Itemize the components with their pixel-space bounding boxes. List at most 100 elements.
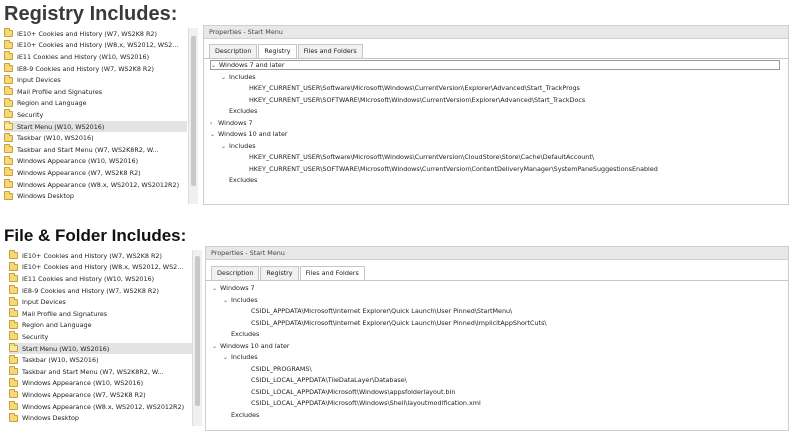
folder-icon xyxy=(4,28,13,38)
chevron-down-icon[interactable]: ⌄ xyxy=(221,73,229,83)
list-item-label: Windows Desktop xyxy=(17,192,74,201)
tree-row-label: Excludes xyxy=(229,107,258,115)
tree-path[interactable]: HKEY_CURRENT_USER\SOFTWARE\Microsoft\Win… xyxy=(249,164,658,174)
list-item-label: Region and Language xyxy=(22,321,92,330)
list-item[interactable]: Windows Desktop xyxy=(4,190,187,202)
tree-row-label: CSIDL_APPDATA\Microsoft\Internet Explore… xyxy=(251,307,513,315)
folder-icon xyxy=(4,144,13,154)
list-item[interactable]: Taskbar and Start Menu (W7, WS2K8R2, W..… xyxy=(9,366,192,378)
folder-icon xyxy=(9,354,18,364)
chevron-right-icon[interactable]: › xyxy=(210,119,218,129)
list-item-label: IE8-9 Cookies and History (W7, WS2K8 R2) xyxy=(22,286,159,295)
tree-section[interactable]: Excludes xyxy=(223,329,259,339)
list-item[interactable]: Input Devices xyxy=(4,74,187,86)
tab-description[interactable]: Description xyxy=(209,44,258,58)
chevron-down-icon[interactable]: ⌄ xyxy=(223,296,231,306)
tree-path[interactable]: CSIDL_LOCAL_APPDATA\TileDataLayer\Databa… xyxy=(251,375,407,385)
list-item[interactable]: Windows Appearance (W7, WS2K8 R2) xyxy=(4,167,187,179)
scrollbar-thumb[interactable] xyxy=(191,36,196,186)
tree-row-label: CSIDL_LOCAL_APPDATA\Microsoft\Windows\Sh… xyxy=(251,399,481,407)
tree-path[interactable]: HKEY_CURRENT_USER\SOFTWARE\Microsoft\Win… xyxy=(249,95,585,105)
tree-path[interactable]: CSIDL_APPDATA\Microsoft\Internet Explore… xyxy=(251,306,512,316)
panel-tabs: Description Registry Files and Folders xyxy=(209,44,364,59)
section-heading-files: File & Folder Includes: xyxy=(4,226,187,245)
list-item[interactable]: IE10+ Cookies and History (W7, WS2K8 R2) xyxy=(9,250,192,262)
tree-path[interactable]: CSIDL_PROGRAMS\ xyxy=(251,364,312,374)
chevron-down-icon[interactable]: ⌄ xyxy=(211,62,219,70)
list-item[interactable]: Security xyxy=(9,331,192,343)
list-item[interactable]: Start Menu (W10, WS2016) xyxy=(9,342,192,355)
tree-path[interactable]: HKEY_CURRENT_USER\Software\Microsoft\Win… xyxy=(249,83,580,93)
list-item[interactable]: Windows Appearance (W10, WS2016) xyxy=(4,155,187,168)
tree-section[interactable]: ⌄ Includes xyxy=(223,352,258,362)
tree-path[interactable]: CSIDL_APPDATA\Microsoft\Internet Explore… xyxy=(251,318,547,328)
list-item[interactable]: IE8-9 Cookies and History (W7, WS2K8 R2) xyxy=(4,63,187,75)
list-item[interactable]: IE11 Cookies and History (W10, WS2016) xyxy=(9,273,192,285)
list-item[interactable]: Security xyxy=(4,109,187,121)
list-item[interactable]: Start Menu (W10, WS2016) xyxy=(4,120,187,133)
tree-section[interactable]: ⌄ Includes xyxy=(221,72,256,82)
folder-icon xyxy=(4,132,13,142)
folder-icon xyxy=(4,63,13,73)
list-item[interactable]: Windows Appearance (W10, WS2016) xyxy=(9,377,192,390)
list-item[interactable]: Mail Profile and Signatures xyxy=(4,86,187,98)
profile-list-scrollbar[interactable] xyxy=(192,250,202,426)
tree-group[interactable]: ⌄ Windows 7 xyxy=(212,283,255,293)
list-item-label: IE10+ Cookies and History (W7, WS2K8 R2) xyxy=(17,29,157,38)
list-item[interactable]: Region and Language xyxy=(9,319,192,332)
chevron-down-icon[interactable]: ⌄ xyxy=(221,142,229,152)
tree-section[interactable]: Excludes xyxy=(221,106,257,116)
list-item[interactable]: Windows Appearance (W7, WS2K8 R2) xyxy=(9,389,192,401)
tab-registry[interactable]: Registry xyxy=(258,44,297,59)
tab-files-and-folders[interactable]: Files and Folders xyxy=(297,44,363,58)
chevron-down-icon[interactable]: ⌄ xyxy=(212,284,220,294)
tree-path[interactable]: CSIDL_LOCAL_APPDATA\Microsoft\Windows\Sh… xyxy=(251,398,481,408)
list-item[interactable]: IE11 Cookies and History (W10, WS2016) xyxy=(4,51,187,63)
tab-files-and-folders[interactable]: Files and Folders xyxy=(299,266,365,281)
tree-path[interactable]: CSIDL_LOCAL_APPDATA\Microsoft\Windows\ap… xyxy=(251,387,455,397)
folder-icon xyxy=(9,389,18,399)
list-item[interactable]: Taskbar (W10, WS2016) xyxy=(4,132,187,144)
tree-row-label: HKEY_CURRENT_USER\SOFTWARE\Microsoft\Win… xyxy=(249,95,586,104)
list-item[interactable]: Taskbar (W10, WS2016) xyxy=(9,354,192,366)
list-item[interactable]: Windows Appearance (W8.x, WS2012, WS2012… xyxy=(9,401,192,413)
list-item-label: Security xyxy=(22,332,49,341)
list-item[interactable]: Mail Profile and Signatures xyxy=(9,308,192,320)
tree-row-label: CSIDL_PROGRAMS\ xyxy=(251,364,312,373)
profile-list-scrollbar[interactable] xyxy=(188,28,198,204)
list-item[interactable]: IE10+ Cookies and History (W8.x, WS2012,… xyxy=(4,39,187,52)
list-item[interactable]: Taskbar and Start Menu (W7, WS2K8R2, W..… xyxy=(4,144,187,156)
tree-group[interactable]: › Windows 7 xyxy=(210,118,253,128)
list-item[interactable]: IE10+ Cookies and History (W8.x, WS2012,… xyxy=(9,261,192,274)
list-item-label: Windows Appearance (W8.x, WS2012, WS2012… xyxy=(17,180,180,189)
tab-registry[interactable]: Registry xyxy=(260,266,299,280)
tree-row-label: Windows 10 and later xyxy=(218,130,288,138)
properties-tree: ⌄ Windows 7 ⌄ Includes CSIDL_APPDATA\Microso… xyxy=(206,280,788,431)
scrollbar-thumb[interactable] xyxy=(195,256,200,406)
properties-panel: Properties - Start Menu Description Regis… xyxy=(203,25,789,205)
list-item[interactable]: IE8-9 Cookies and History (W7, WS2K8 R2) xyxy=(9,285,192,297)
list-item[interactable]: IE10+ Cookies and History (W7, WS2K8 R2) xyxy=(4,28,187,40)
tree-section[interactable]: Excludes xyxy=(223,410,259,420)
tree-row-label: HKEY_CURRENT_USER\Software\Microsoft\Win… xyxy=(249,153,595,161)
tree-section[interactable]: ⌄ Includes xyxy=(221,141,256,151)
profile-list[interactable]: IE10+ Cookies and History (W7, WS2K8 R2)… xyxy=(9,250,192,426)
list-item[interactable]: Region and Language xyxy=(4,97,187,110)
chevron-down-icon[interactable]: ⌄ xyxy=(223,353,231,363)
tree-path[interactable]: HKEY_CURRENT_USER\Software\Microsoft\Win… xyxy=(249,152,594,162)
tree-section[interactable]: Excludes xyxy=(221,175,257,185)
chevron-down-icon[interactable]: ⌄ xyxy=(212,342,220,352)
list-item[interactable]: Input Devices xyxy=(9,296,192,308)
tab-description[interactable]: Description xyxy=(211,266,260,280)
list-item[interactable]: Windows Desktop xyxy=(9,412,192,424)
profile-list[interactable]: IE10+ Cookies and History (W7, WS2K8 R2)… xyxy=(4,28,187,204)
folder-icon xyxy=(9,319,18,329)
tree-group[interactable]: ⌄ Windows 10 and later xyxy=(212,341,290,351)
tree-section[interactable]: ⌄ Includes xyxy=(223,295,258,305)
list-item[interactable]: Windows Appearance (W8.x, WS2012, WS2012… xyxy=(4,179,187,191)
tree-group[interactable]: ⌄ Windows 10 and later xyxy=(210,129,288,139)
tree-group[interactable]: ⌄ Windows 7 and later xyxy=(210,60,780,70)
tree-row-label: Excludes xyxy=(229,176,258,184)
tree-row-label: HKEY_CURRENT_USER\SOFTWARE\Microsoft\Win… xyxy=(249,164,658,173)
chevron-down-icon[interactable]: ⌄ xyxy=(210,130,218,140)
